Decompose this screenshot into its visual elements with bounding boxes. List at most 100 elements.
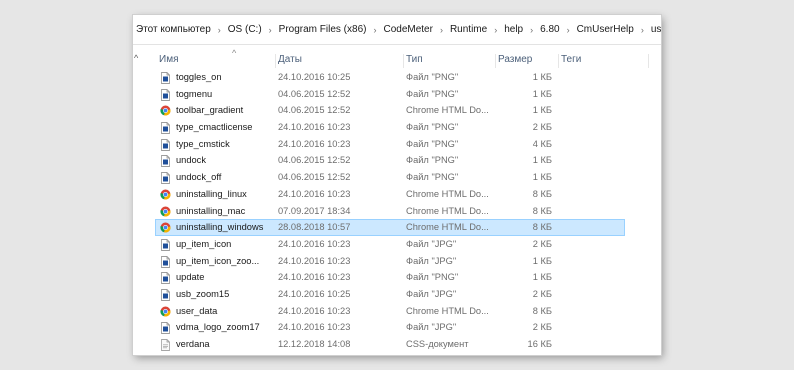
file-size: 1 КБ	[532, 255, 552, 266]
file-name: usb_zoom15	[176, 288, 230, 299]
file-date: 28.08.2018 10:57	[278, 222, 351, 233]
breadcrumb-item[interactable]: CodeMeter	[380, 24, 435, 35]
file-type: Файл "PNG"	[406, 155, 459, 166]
breadcrumb-separator-icon[interactable]	[265, 25, 276, 35]
file-name: uninstalling_windows	[176, 222, 264, 233]
chrome-icon	[160, 189, 171, 201]
file-row[interactable]: usb_zoom15 24.10.2016 10:25 Файл "JPG" 2 КБ	[155, 286, 625, 303]
file-row[interactable]: toggles_on 24.10.2016 10:25 Файл "PNG" 1 КБ	[155, 69, 625, 86]
file-date: 12.12.2018 14:08	[278, 339, 351, 349]
file-date: 24.10.2016 10:23	[278, 255, 351, 266]
breadcrumb-item[interactable]: help	[501, 24, 526, 35]
file-row[interactable]: verdana 12.12.2018 14:08 CSS-документ 16 КБ	[155, 336, 625, 353]
file-date: 24.10.2016 10:23	[278, 238, 351, 249]
css-file-icon	[160, 339, 171, 351]
file-row[interactable]: vdma_logo_zoom17 24.10.2016 10:23 Файл "JP…	[155, 319, 625, 336]
file-row[interactable]: uninstalling_linux 24.10.2016 10:23 Chrome…	[155, 186, 625, 203]
file-date: 24.10.2016 10:23	[278, 272, 351, 283]
file-date: 24.10.2016 10:23	[278, 138, 351, 149]
breadcrumb-separator-icon[interactable]	[526, 25, 537, 35]
file-size: 8 КБ	[532, 305, 552, 316]
file-row[interactable]: uninstalling_mac 07.09.2017 18:34 Chrome H…	[155, 203, 625, 220]
file-type: CSS-документ	[406, 339, 469, 349]
file-name: vdma_logo_zoom17	[176, 322, 260, 333]
file-row[interactable]: up_item_icon 24.10.2016 10:23 Файл "JPG" 2 …	[155, 236, 625, 253]
png-file-icon	[160, 88, 171, 101]
file-row[interactable]: uninstalling_windows 28.08.2018 10:57 Chro…	[155, 219, 625, 236]
file-date: 04.06.2015 12:52	[278, 155, 351, 166]
explorer-window: Этот компьютер OS (C:) Program Files (x86)…	[133, 15, 661, 355]
column-header-type[interactable]: Тип	[403, 54, 496, 68]
file-name: undock	[176, 155, 206, 166]
breadcrumb-separator-icon[interactable]	[563, 25, 574, 35]
breadcrumb-separator-icon[interactable]	[490, 25, 501, 35]
file-size: 2 КБ	[532, 122, 552, 133]
file-name: up_item_icon	[176, 238, 232, 249]
breadcrumb-item[interactable]: OS (C:)	[225, 24, 265, 35]
breadcrumb-item[interactable]: 6.80	[537, 24, 562, 35]
file-size: 1 КБ	[532, 72, 552, 82]
column-header-tags[interactable]: Теги	[558, 54, 651, 68]
file-row[interactable]: up_item_icon_zoo... 24.10.2016 10:23 Файл …	[155, 253, 625, 270]
file-row[interactable]: type_cmactlicense 24.10.2016 10:23 Файл "P…	[155, 119, 625, 136]
file-date: 24.10.2016 10:23	[278, 122, 351, 133]
file-row[interactable]: type_cmstick 24.10.2016 10:23 Файл "PNG" 4 …	[155, 136, 625, 153]
sort-ascending-icon: ^	[232, 48, 237, 58]
file-date: 24.10.2016 10:23	[278, 305, 351, 316]
breadcrumb-separator-icon[interactable]	[214, 25, 225, 35]
breadcrumb[interactable]: Этот компьютер OS (C:) Program Files (x86)…	[133, 15, 661, 45]
name-label: Имя	[159, 54, 179, 65]
file-type: Файл "PNG"	[406, 172, 459, 183]
breadcrumb-item[interactable]: Этот компьютер	[133, 24, 214, 35]
file-size: 1 КБ	[532, 172, 552, 183]
breadcrumb-item[interactable]: CmUserHelp	[574, 24, 637, 35]
file-type: Файл "JPG"	[406, 288, 457, 299]
file-row[interactable]: togmenu 04.06.2015 12:52 Файл "PNG" 1 КБ	[155, 86, 625, 103]
file-size: 8 КБ	[532, 205, 552, 216]
file-size: 8 КБ	[532, 188, 552, 199]
file-size: 1 КБ	[532, 155, 552, 166]
file-row[interactable]: user_data 24.10.2016 10:23 Chrome HTML Do.…	[155, 303, 625, 320]
jpg-file-icon	[160, 255, 171, 268]
file-type: Файл "JPG"	[406, 322, 457, 333]
breadcrumb-item[interactable]: us	[648, 24, 661, 35]
collapse-icon[interactable]: ^	[134, 53, 138, 63]
file-date: 24.10.2016 10:23	[278, 322, 351, 333]
file-size: 1 КБ	[532, 105, 552, 116]
file-date: 04.06.2015 12:52	[278, 172, 351, 183]
file-row[interactable]: undock 04.06.2015 12:52 Файл "PNG" 1 КБ	[155, 152, 625, 169]
file-name: toolbar_gradient	[176, 105, 244, 116]
file-list: toggles_on 24.10.2016 10:25 Файл "PNG" 1 КБ…	[155, 69, 625, 353]
file-name: undock_off	[176, 172, 222, 183]
breadcrumb-separator-icon[interactable]	[637, 25, 648, 35]
file-name: toggles_on	[176, 72, 222, 82]
file-type: Файл "PNG"	[406, 72, 459, 82]
column-header-date[interactable]: Даты	[275, 54, 398, 68]
file-size: 2 КБ	[532, 288, 552, 299]
file-row[interactable]: undock_off 04.06.2015 12:52 Файл "PNG" 1 КБ	[155, 169, 625, 186]
breadcrumb-separator-icon[interactable]	[436, 25, 447, 35]
file-date: 24.10.2016 10:25	[278, 288, 351, 299]
file-type: Chrome HTML Do...	[406, 222, 489, 233]
file-row[interactable]: toolbar_gradient 04.06.2015 12:52 Chrome H…	[155, 102, 625, 119]
file-type: Файл "JPG"	[406, 255, 457, 266]
chrome-icon	[160, 306, 171, 318]
png-file-icon	[160, 272, 171, 285]
file-type: Файл "PNG"	[406, 122, 459, 133]
file-name: user_data	[176, 305, 218, 316]
file-type: Chrome HTML Do...	[406, 305, 489, 316]
file-type: Файл "JPG"	[406, 238, 457, 249]
breadcrumb-separator-icon[interactable]	[369, 25, 380, 35]
file-type: Chrome HTML Do...	[406, 105, 489, 116]
chrome-icon	[160, 222, 171, 234]
file-name: uninstalling_mac	[176, 205, 246, 216]
column-header-size[interactable]: Размер	[495, 54, 558, 68]
file-name: up_item_icon_zoo...	[176, 255, 260, 266]
file-date: 24.10.2016 10:23	[278, 188, 351, 199]
png-file-icon	[160, 172, 171, 184]
breadcrumb-item[interactable]: Runtime	[447, 24, 490, 35]
breadcrumb-item[interactable]: Program Files (x86)	[276, 24, 370, 35]
file-size: 2 КБ	[532, 322, 552, 333]
column-header-name[interactable]: Имя ^	[159, 48, 267, 68]
file-row[interactable]: update 24.10.2016 10:23 Файл "PNG" 1 КБ	[155, 269, 625, 286]
